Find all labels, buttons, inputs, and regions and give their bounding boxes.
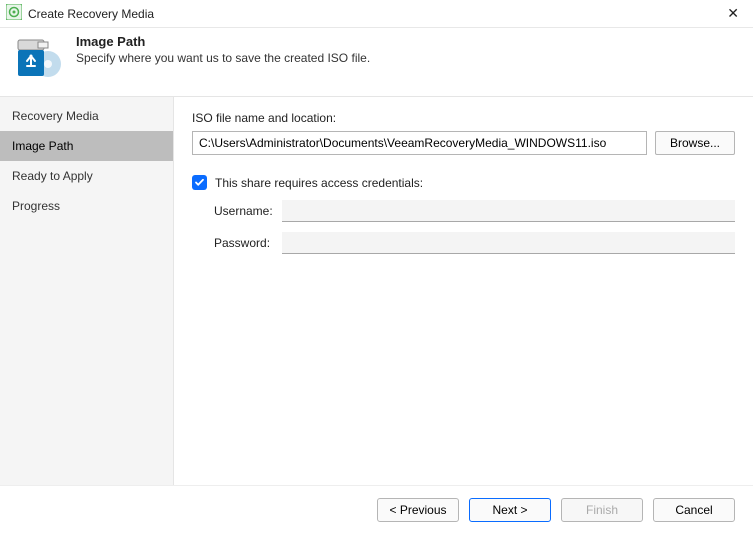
titlebar: Create Recovery Media ✕ <box>0 0 753 28</box>
sidebar-item-label: Ready to Apply <box>12 169 93 183</box>
password-label: Password: <box>214 236 276 250</box>
sidebar-item-image-path[interactable]: Image Path <box>0 131 173 161</box>
wizard-sidebar: Recovery Media Image Path Ready to Apply… <box>0 97 174 486</box>
credentials-checkbox[interactable] <box>192 175 207 190</box>
iso-path-input[interactable] <box>192 131 647 155</box>
usb-disc-icon <box>14 34 62 82</box>
iso-path-label: ISO file name and location: <box>192 111 735 125</box>
main-panel: ISO file name and location: Browse... Th… <box>174 97 753 486</box>
password-input[interactable] <box>282 232 735 254</box>
wizard-header: Image Path Specify where you want us to … <box>0 28 753 96</box>
sidebar-item-recovery-media[interactable]: Recovery Media <box>0 101 173 131</box>
sidebar-item-ready-to-apply[interactable]: Ready to Apply <box>0 161 173 191</box>
credentials-checkbox-label: This share requires access credentials: <box>215 176 423 190</box>
sidebar-item-label: Image Path <box>12 139 73 153</box>
wizard-footer: < Previous Next > Finish Cancel <box>0 485 753 533</box>
next-button[interactable]: Next > <box>469 498 551 522</box>
app-icon <box>6 4 22 23</box>
window-title: Create Recovery Media <box>28 7 154 21</box>
finish-button: Finish <box>561 498 643 522</box>
browse-button[interactable]: Browse... <box>655 131 735 155</box>
checkmark-icon <box>194 177 205 188</box>
username-label: Username: <box>214 204 276 218</box>
previous-button[interactable]: < Previous <box>377 498 459 522</box>
sidebar-item-progress[interactable]: Progress <box>0 191 173 221</box>
username-input[interactable] <box>282 200 735 222</box>
sidebar-item-label: Recovery Media <box>12 109 99 123</box>
page-subtitle: Specify where you want us to save the cr… <box>76 51 370 65</box>
cancel-button[interactable]: Cancel <box>653 498 735 522</box>
page-title: Image Path <box>76 34 370 49</box>
sidebar-item-label: Progress <box>12 199 60 213</box>
close-icon[interactable]: ✕ <box>721 3 745 24</box>
